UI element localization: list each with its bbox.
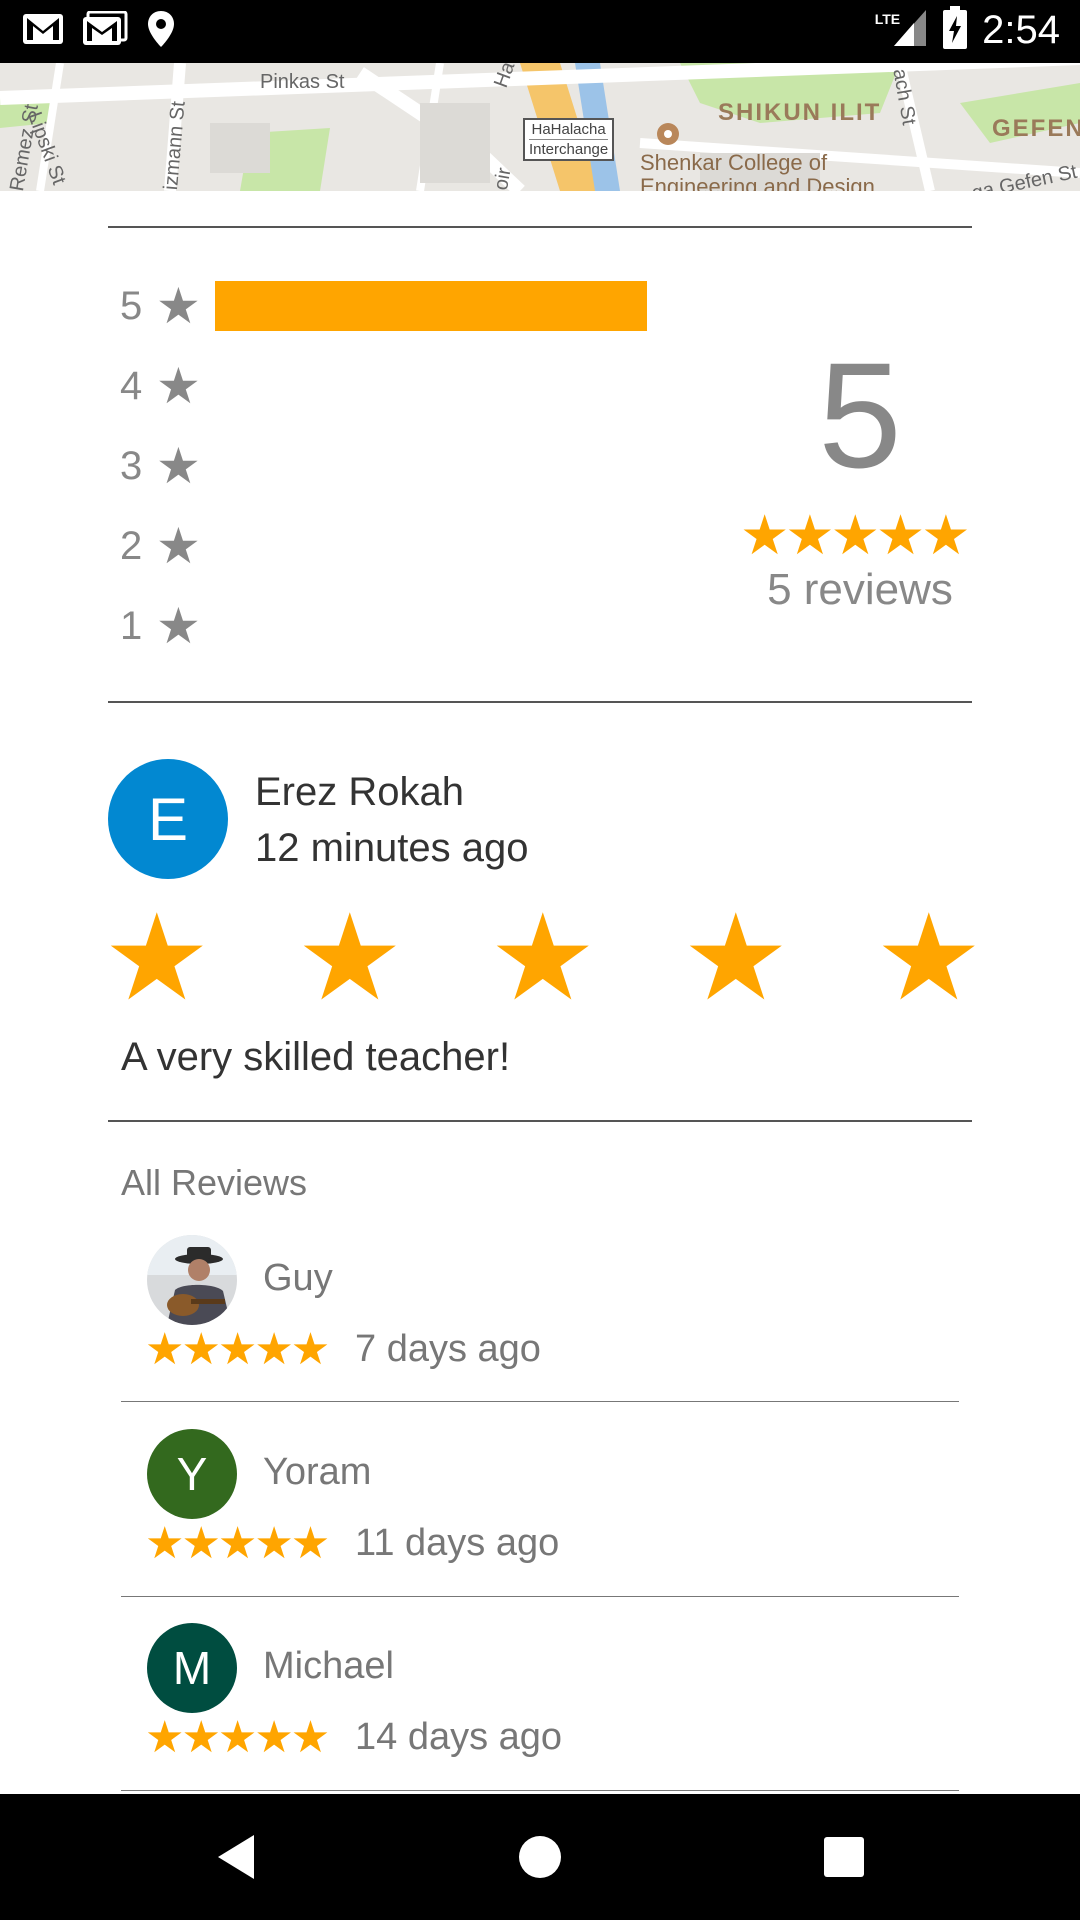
review-time: 12 minutes ago [255, 826, 529, 870]
divider [121, 1401, 959, 1402]
recents-button[interactable] [784, 1794, 904, 1920]
map-district-label: SHIKUN ILIT [718, 99, 882, 126]
divider [121, 1790, 959, 1791]
home-icon [519, 1836, 561, 1878]
user-photo-icon [147, 1235, 237, 1325]
review-time: 7 days ago [355, 1328, 541, 1370]
map-street-label: oir [490, 166, 516, 191]
star-icon: ★ [156, 358, 201, 414]
rating-stars: ★★★★★ [145, 1325, 330, 1374]
histogram-row-label: 2 [120, 523, 143, 568]
home-button[interactable] [480, 1794, 600, 1920]
histogram-row-4: 4 ★ [120, 361, 208, 411]
average-rating: 5 [818, 331, 902, 499]
star-icon[interactable]: ★ [489, 898, 597, 1018]
histogram-row-label: 4 [120, 363, 143, 408]
map-interchange-label: HaHalacha Interchange [523, 118, 615, 161]
histogram-row-label: 5 [120, 283, 143, 328]
battery-charging-icon [942, 6, 968, 55]
gmail-icon [22, 13, 64, 50]
recents-icon [824, 1837, 864, 1877]
map-preview[interactable]: Pinkas St Remez St Lipski St izmann St H… [0, 63, 1080, 191]
location-pin-icon [146, 10, 176, 53]
reviewer-name: Erez Rokah [255, 770, 464, 814]
reviewer-name: Yoram [263, 1451, 372, 1493]
histogram-row-3: 3 ★ [120, 441, 208, 491]
divider [108, 1120, 972, 1122]
clock: 2:54 [982, 8, 1060, 52]
reviewer-name: Guy [263, 1257, 333, 1299]
back-icon [218, 1835, 254, 1879]
map-street-label: Pinkas St [260, 71, 345, 93]
rating-stars: ★★★★★ [145, 1519, 330, 1568]
divider [121, 1596, 959, 1597]
review-time: 14 days ago [355, 1716, 563, 1758]
star-icon: ★ [156, 598, 201, 654]
star-icon: ★ [156, 518, 201, 574]
gmail-outline-icon [82, 10, 128, 52]
histogram-row-label: 3 [120, 443, 143, 488]
reviewer-name: Michael [263, 1645, 394, 1687]
status-bar: LTE 2:54 [0, 0, 1080, 63]
histogram-bar [215, 281, 647, 331]
histogram-row-2: 2 ★ [120, 521, 208, 571]
avatar [147, 1235, 237, 1325]
avatar: Y [147, 1429, 237, 1519]
summary-stars: ★★★★★ [740, 504, 971, 566]
divider [108, 701, 972, 703]
rating-stars: ★★★★★ [145, 1713, 330, 1762]
map-district-label: GEFEN [992, 115, 1080, 142]
divider [108, 226, 972, 228]
star-icon: ★ [156, 278, 201, 334]
map-college-label: Shenkar College of Engineering and Desig… [640, 150, 875, 192]
avatar: M [147, 1623, 237, 1713]
histogram-row-1: 1 ★ [120, 601, 208, 651]
section-title: All Reviews [121, 1162, 308, 1203]
histogram-row-label: 1 [120, 603, 143, 648]
network-label: LTE [874, 10, 901, 27]
back-button[interactable] [176, 1794, 296, 1920]
star-icon[interactable]: ★ [875, 898, 983, 1018]
avatar: E [108, 759, 228, 879]
star-icon[interactable]: ★ [103, 898, 211, 1018]
star-icon[interactable]: ★ [682, 898, 790, 1018]
review-text: A very skilled teacher! [121, 1035, 511, 1079]
star-icon: ★ [156, 438, 201, 494]
star-icon[interactable]: ★ [296, 898, 404, 1018]
histogram-row-5: 5 ★ [120, 281, 208, 331]
navigation-bar [0, 1794, 1080, 1920]
review-time: 11 days ago [355, 1522, 560, 1564]
reviews-count: 5 reviews [767, 565, 953, 614]
